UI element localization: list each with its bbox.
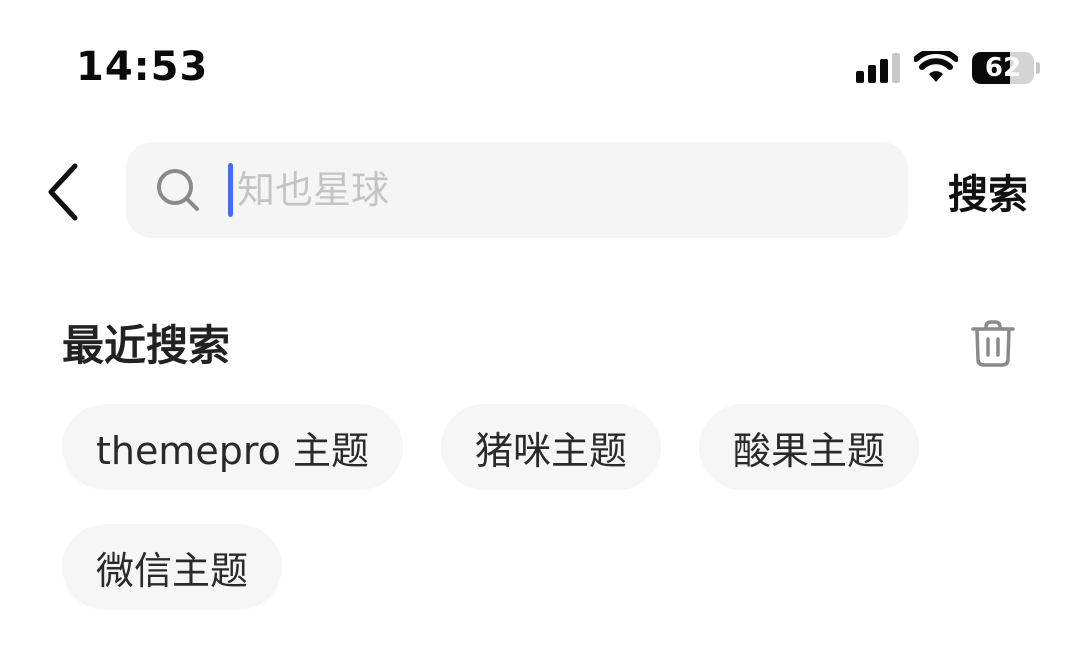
recent-search-tag[interactable]: 酸果主题	[699, 404, 920, 490]
search-icon	[154, 166, 202, 214]
recent-search-tag[interactable]: 猪咪主题	[441, 404, 662, 490]
chevron-left-icon	[48, 163, 78, 221]
status-bar: 14:53 62	[0, 0, 1080, 130]
wifi-icon	[914, 51, 958, 85]
status-time: 14:53	[76, 44, 209, 90]
search-box[interactable]	[126, 142, 908, 238]
battery-percent: 62	[984, 53, 1022, 83]
clear-history-button[interactable]	[966, 316, 1020, 372]
status-indicators: 62	[856, 48, 1040, 88]
back-button[interactable]	[28, 150, 98, 234]
trash-icon	[971, 320, 1015, 367]
search-button[interactable]: 搜索	[948, 160, 1028, 222]
signal-icon	[856, 53, 900, 83]
recent-search-list: themepro 主题 猪咪主题 酸果主题 微信主题	[62, 404, 1002, 610]
recent-search-tag[interactable]: 微信主题	[62, 524, 283, 610]
recent-search-title: 最近搜索	[62, 321, 231, 370]
recent-search-tag[interactable]: themepro 主题	[62, 404, 403, 490]
search-input[interactable]	[233, 160, 817, 220]
battery-icon: 62	[972, 52, 1040, 84]
